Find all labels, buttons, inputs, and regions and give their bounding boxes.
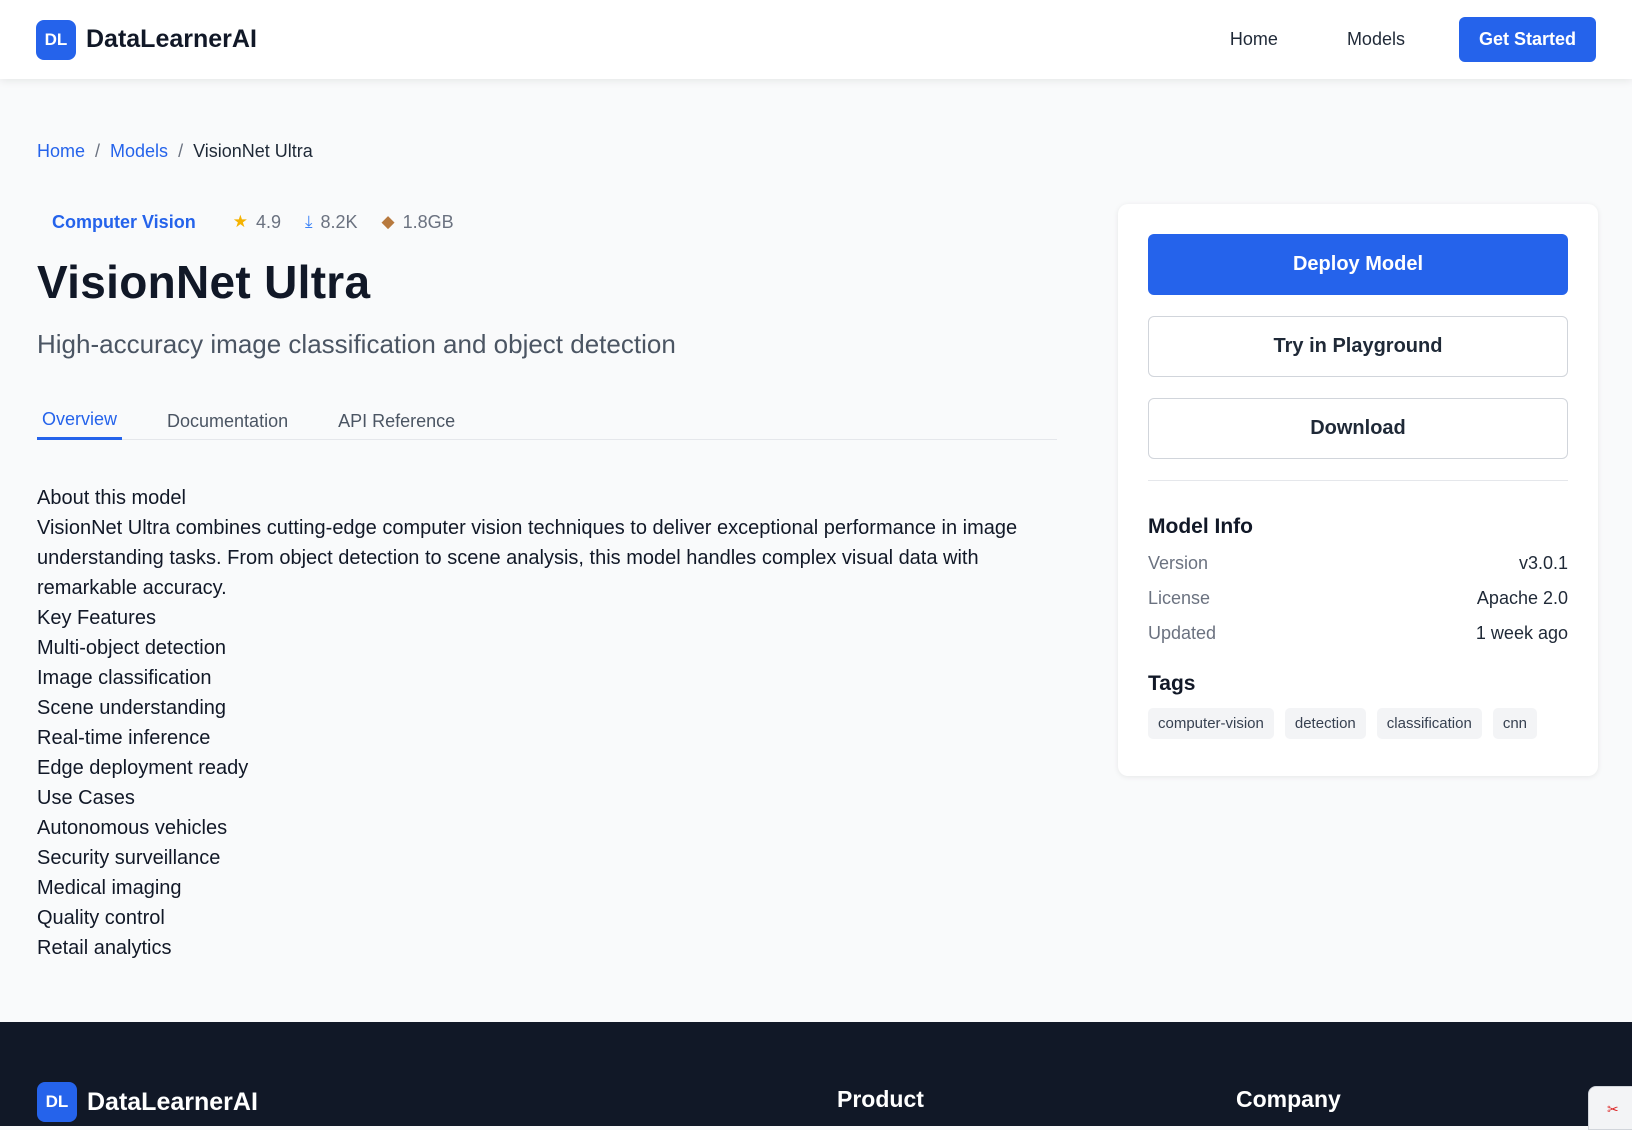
tag-chip[interactable]: detection — [1284, 708, 1366, 739]
page-title: VisionNet Ultra — [37, 256, 371, 308]
about-text: VisionNet Ultra combines cutting-edge co… — [37, 517, 1018, 599]
get-started-button[interactable]: Get Started — [1458, 17, 1596, 62]
download-button[interactable]: Download — [1148, 398, 1568, 459]
tab-documentation[interactable]: Documentation — [162, 392, 293, 440]
breadcrumb: Home / Models / VisionNet Ultra — [37, 141, 313, 162]
logo-badge: DL — [37, 1082, 77, 1122]
overview-content: About this model VisionNet Ultra combine… — [37, 483, 1047, 963]
usecase-item: Quality control — [37, 907, 165, 929]
tags-heading: Tags — [1148, 672, 1196, 695]
usecase-item: Medical imaging — [37, 877, 182, 899]
rating-stat: ★ 4.9 — [233, 212, 281, 233]
star-icon: ★ — [232, 212, 248, 231]
info-value: v3.0.1 — [1518, 553, 1568, 573]
model-main: Computer Vision ★ 4.9 ⤓ 8.2K ◆ 1.8GB Vis… — [37, 200, 1057, 963]
info-value: 1 week ago — [1475, 623, 1568, 643]
deploy-model-button[interactable]: Deploy Model — [1148, 234, 1568, 295]
feature-item: Image classification — [37, 667, 212, 689]
tag-list: computer-vision detection classification… — [1148, 708, 1568, 739]
model-meta-row: Computer Vision ★ 4.9 ⤓ 8.2K ◆ 1.8GB — [37, 200, 1057, 244]
info-row-updated: Updated 1 week ago — [1148, 623, 1568, 644]
top-navbar: DL DataLearnerAI Home Models Get Started — [0, 0, 1632, 79]
info-key: Version — [1148, 553, 1209, 573]
usecase-item: Retail analytics — [37, 937, 172, 959]
widget-icon: ✂ — [1607, 1101, 1619, 1117]
downloads-stat: ⤓ 8.2K — [305, 212, 358, 233]
downloads-value: 8.2K — [320, 211, 358, 232]
page-subtitle: High-accuracy image classification and o… — [37, 329, 676, 359]
tab-bar: Overview Documentation API Reference — [37, 392, 1057, 440]
about-heading: About this model — [37, 487, 186, 509]
info-value: Apache 2.0 — [1476, 588, 1568, 608]
download-tray-icon: ⤓ — [304, 212, 313, 231]
usecase-item: Autonomous vehicles — [37, 817, 228, 839]
try-playground-button[interactable]: Try in Playground — [1148, 316, 1568, 377]
tag-chip[interactable]: computer-vision — [1148, 708, 1274, 739]
footer-product-heading: Product — [837, 1086, 924, 1112]
tag-chip[interactable]: classification — [1376, 708, 1482, 739]
usecases-heading: Use Cases — [37, 787, 135, 809]
size-value: 1.8GB — [402, 211, 454, 232]
usecase-item: Security surveillance — [37, 847, 221, 869]
feature-item: Multi-object detection — [37, 637, 226, 659]
tag-chip[interactable]: cnn — [1492, 708, 1537, 739]
size-stat: ◆ 1.8GB — [382, 212, 454, 233]
breadcrumb-models[interactable]: Models — [110, 141, 168, 162]
model-info-heading: Model Info — [1148, 515, 1253, 538]
info-row-license: License Apache 2.0 — [1148, 588, 1568, 609]
floating-widget-button[interactable]: ✂ — [1588, 1086, 1632, 1130]
footer-brand[interactable]: DL DataLearnerAI — [37, 1082, 258, 1122]
feature-item: Scene understanding — [37, 697, 227, 719]
nav-links: Home Models Get Started — [1230, 17, 1596, 62]
info-key: Updated — [1148, 623, 1217, 643]
features-heading: Key Features — [37, 607, 156, 629]
brand-name: DataLearnerAI — [87, 1087, 258, 1116]
feature-item: Edge deployment ready — [37, 757, 249, 779]
brand[interactable]: DL DataLearnerAI — [36, 19, 257, 60]
breadcrumb-separator: / — [95, 141, 101, 161]
breadcrumb-separator: / — [178, 141, 184, 161]
tab-overview[interactable]: Overview — [37, 392, 123, 440]
footer-company-heading: Company — [1236, 1086, 1341, 1112]
model-sidebar-card: Deploy Model Try in Playground Download … — [1118, 204, 1598, 776]
info-row-version: Version v3.0.1 — [1148, 553, 1568, 574]
feature-item: Real-time inference — [37, 727, 211, 749]
category-tag[interactable]: Computer Vision — [37, 212, 211, 233]
package-icon: ◆ — [381, 212, 395, 231]
rating-value: 4.9 — [255, 211, 281, 232]
breadcrumb-current: VisionNet Ultra — [193, 141, 313, 161]
nav-link-home[interactable]: Home — [1230, 29, 1278, 50]
tab-api-reference[interactable]: API Reference — [333, 392, 460, 440]
footer: DL DataLearnerAI Product Company — [0, 1022, 1632, 1126]
brand-name: DataLearnerAI — [86, 25, 257, 53]
divider — [1148, 480, 1568, 481]
breadcrumb-home[interactable]: Home — [37, 141, 85, 162]
info-key: License — [1148, 588, 1211, 608]
logo-badge: DL — [36, 19, 76, 60]
nav-link-models[interactable]: Models — [1347, 29, 1405, 50]
